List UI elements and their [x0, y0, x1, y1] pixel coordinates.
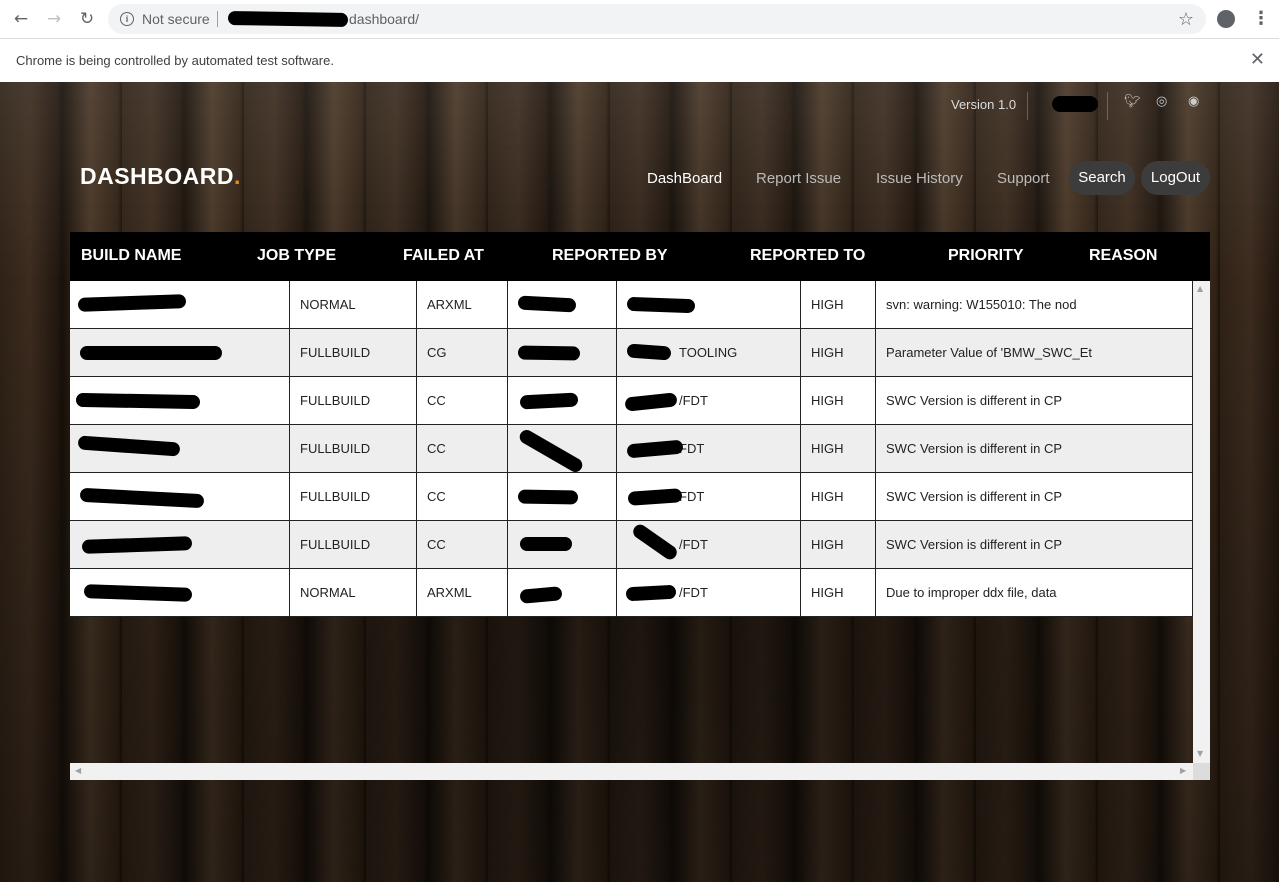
scroll-down-icon[interactable]: ▼: [1197, 749, 1203, 758]
nav-support[interactable]: Support: [997, 170, 1050, 187]
search-button[interactable]: Search: [1069, 161, 1135, 195]
cell-reason: SWC Version is different in CP: [876, 521, 1193, 568]
profile-icon[interactable]: [1217, 10, 1235, 28]
cell-failed-at: CC: [417, 377, 508, 424]
cell-reason: svn: warning: W155010: The nod: [876, 281, 1193, 328]
divider: [1107, 92, 1108, 120]
redaction-mark: [626, 343, 672, 361]
redaction-mark: [517, 345, 581, 361]
cell-job-type: FULLBUILD: [290, 473, 417, 520]
cell-failed-at: ARXML: [417, 569, 508, 616]
col-build-name: BUILD NAME: [81, 247, 182, 264]
table-row[interactable]: NORMAL ARXML/FDT HIGH Due to improper ddx f…: [70, 569, 1193, 617]
scrollbar-corner: [1193, 763, 1210, 780]
col-job-type: JOB TYPE: [257, 247, 337, 264]
divider: [1027, 92, 1028, 120]
menu-icon[interactable]: ⋮: [1252, 8, 1270, 30]
col-failed-at: FAILED AT: [403, 247, 484, 264]
col-reported-to: REPORTED TO: [750, 247, 866, 264]
cell-job-type: NORMAL: [290, 569, 417, 616]
top-bar: Version 1.0 🐦︎ ◎ ◉: [0, 82, 1279, 142]
cell-reason: SWC Version is different in CP: [876, 377, 1193, 424]
table-row[interactable]: FULLBUILD CC/FDT HIGH SWC Version is differ…: [70, 521, 1193, 569]
cell-priority: HIGH: [801, 569, 876, 616]
cell-priority: HIGH: [801, 281, 876, 328]
table-row[interactable]: FULLBUILD CC/FDT HIGH SWC Version is differ…: [70, 377, 1193, 425]
horizontal-scrollbar[interactable]: ◀ ▶: [70, 763, 1193, 780]
redaction-mark: [80, 346, 222, 360]
col-reported-by: REPORTED BY: [552, 247, 668, 264]
redaction-mark: [626, 296, 696, 314]
redaction-mark: [625, 584, 677, 602]
scroll-right-icon[interactable]: ▶: [1180, 766, 1186, 775]
cell-priority: HIGH: [801, 473, 876, 520]
brand-logo[interactable]: DASHBOARD.: [80, 163, 241, 190]
cell-job-type: FULLBUILD: [290, 329, 417, 376]
cell-reason: SWC Version is different in CP: [876, 473, 1193, 520]
cell-reason: Parameter Value of 'BMW_SWC_Et: [876, 329, 1193, 376]
cell-job-type: NORMAL: [290, 281, 417, 328]
close-icon[interactable]: ✕: [1250, 49, 1265, 70]
info-icon[interactable]: i: [120, 12, 134, 26]
address-bar[interactable]: i Not secure dashboard/ ☆: [108, 4, 1206, 34]
nav-issue-history[interactable]: Issue History: [876, 170, 963, 187]
url-separator: [217, 11, 218, 27]
reload-icon[interactable]: ↻: [77, 9, 97, 29]
cell-reason: Due to improper ddx file, data: [876, 569, 1193, 616]
table-row[interactable]: FULLBUILD CC FDT HIGH SWC Version is differe…: [70, 473, 1193, 521]
scroll-up-icon[interactable]: ▲: [1197, 284, 1203, 293]
cell-priority: HIGH: [801, 521, 876, 568]
cell-failed-at: CG: [417, 329, 508, 376]
cell-priority: HIGH: [801, 425, 876, 472]
cell-job-type: FULLBUILD: [290, 377, 417, 424]
twitter-icon[interactable]: 🐦︎: [1124, 94, 1141, 109]
cell-failed-at: CC: [417, 425, 508, 472]
nav-report-issue[interactable]: Report Issue: [756, 170, 841, 187]
cell-job-type: FULLBUILD: [290, 425, 417, 472]
col-reason: REASON: [1089, 247, 1158, 264]
security-label: Not secure: [142, 11, 210, 27]
bookmark-star-icon[interactable]: ☆: [1178, 9, 1194, 30]
username-redacted: [1052, 96, 1098, 112]
cell-priority: HIGH: [801, 377, 876, 424]
brand-dot: .: [234, 163, 241, 189]
cell-failed-at: CC: [417, 473, 508, 520]
page: Version 1.0 🐦︎ ◎ ◉ DASHBOARD. DashBoard …: [0, 82, 1279, 882]
infobar-text: Chrome is being controlled by automated …: [16, 53, 334, 68]
version-label: Version 1.0: [951, 97, 1017, 112]
logout-button[interactable]: LogOut: [1141, 161, 1210, 195]
redaction-mark: [520, 537, 572, 551]
table-row[interactable]: FULLBUILD CG TOOLING HIGH Parameter Value of…: [70, 329, 1193, 377]
browser-toolbar: ← → ↻ i Not secure dashboard/ ☆ ⋮: [0, 0, 1279, 38]
nav-dashboard[interactable]: DashBoard: [647, 170, 722, 187]
cell-failed-at: CC: [417, 521, 508, 568]
url-host-redacted: [227, 10, 349, 28]
forward-icon[interactable]: →: [44, 9, 64, 29]
url-path: dashboard/: [349, 11, 420, 27]
back-icon[interactable]: ←: [11, 9, 31, 29]
table-row[interactable]: FULLBUILD CC FDT HIGH SWC Version is differe…: [70, 425, 1193, 475]
issues-table: BUILD NAME JOB TYPE FAILED AT REPORTED B…: [70, 232, 1210, 780]
table-header: BUILD NAME JOB TYPE FAILED AT REPORTED B…: [70, 232, 1210, 281]
github-icon[interactable]: ◉: [1188, 94, 1199, 109]
redaction-mark: [517, 295, 577, 313]
cell-reason: SWC Version is different in CP: [876, 425, 1193, 472]
brand-text: DASHBOARD: [80, 163, 234, 189]
scroll-left-icon[interactable]: ◀: [75, 766, 81, 775]
table-row[interactable]: NORMAL ARXML HIGH svn: warning: W155010: Th…: [70, 281, 1193, 329]
redaction-mark: [517, 489, 579, 505]
col-priority: PRIORITY: [948, 247, 1024, 264]
redaction-mark: [75, 392, 201, 410]
cell-job-type: FULLBUILD: [290, 521, 417, 568]
cell-failed-at: ARXML: [417, 281, 508, 328]
vertical-scrollbar[interactable]: ▲ ▼: [1193, 281, 1210, 763]
dribbble-icon[interactable]: ◎: [1156, 94, 1167, 109]
automation-infobar: Chrome is being controlled by automated …: [0, 38, 1279, 82]
cell-priority: HIGH: [801, 329, 876, 376]
